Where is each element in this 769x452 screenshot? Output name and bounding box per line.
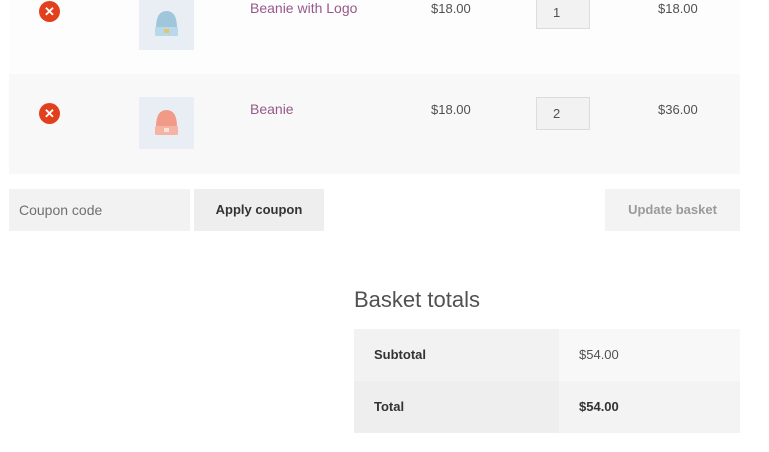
subtotal-value: $54.00 — [559, 329, 740, 381]
product-subtotal: $18.00 — [658, 1, 698, 16]
product-thumbnail[interactable] — [139, 0, 194, 50]
total-row: Total $54.00 — [354, 381, 740, 433]
product-subtotal: $36.00 — [658, 102, 698, 117]
total-value: $54.00 — [559, 381, 740, 433]
remove-item-icon[interactable]: ✕ — [39, 1, 60, 22]
quantity-input[interactable]: 2 — [536, 97, 590, 130]
product-name-link[interactable]: Beanie with Logo — [250, 0, 357, 16]
basket-totals-title: Basket totals — [354, 287, 480, 312]
product-price: $18.00 — [431, 1, 471, 16]
beanie-icon — [155, 11, 178, 36]
cart-row: ✕ Beanie $18.00 2 $36.00 — [9, 74, 740, 174]
cart-row: ✕ Beanie with Logo $18.00 1 $18.00 — [9, 0, 740, 74]
update-basket-button[interactable]: Update basket — [605, 189, 740, 231]
product-thumbnail[interactable] — [139, 97, 194, 149]
remove-item-icon[interactable]: ✕ — [39, 103, 60, 124]
totals-table: Subtotal $54.00 Total $54.00 — [354, 329, 740, 433]
product-name-link[interactable]: Beanie — [250, 101, 294, 117]
total-label: Total — [354, 381, 559, 433]
subtotal-row: Subtotal $54.00 — [354, 329, 740, 381]
beanie-icon — [155, 110, 178, 135]
quantity-input[interactable]: 1 — [536, 0, 590, 29]
coupon-code-input[interactable]: Coupon code — [9, 189, 190, 231]
apply-coupon-button[interactable]: Apply coupon — [194, 189, 324, 231]
subtotal-label: Subtotal — [354, 329, 559, 381]
product-price: $18.00 — [431, 102, 471, 117]
